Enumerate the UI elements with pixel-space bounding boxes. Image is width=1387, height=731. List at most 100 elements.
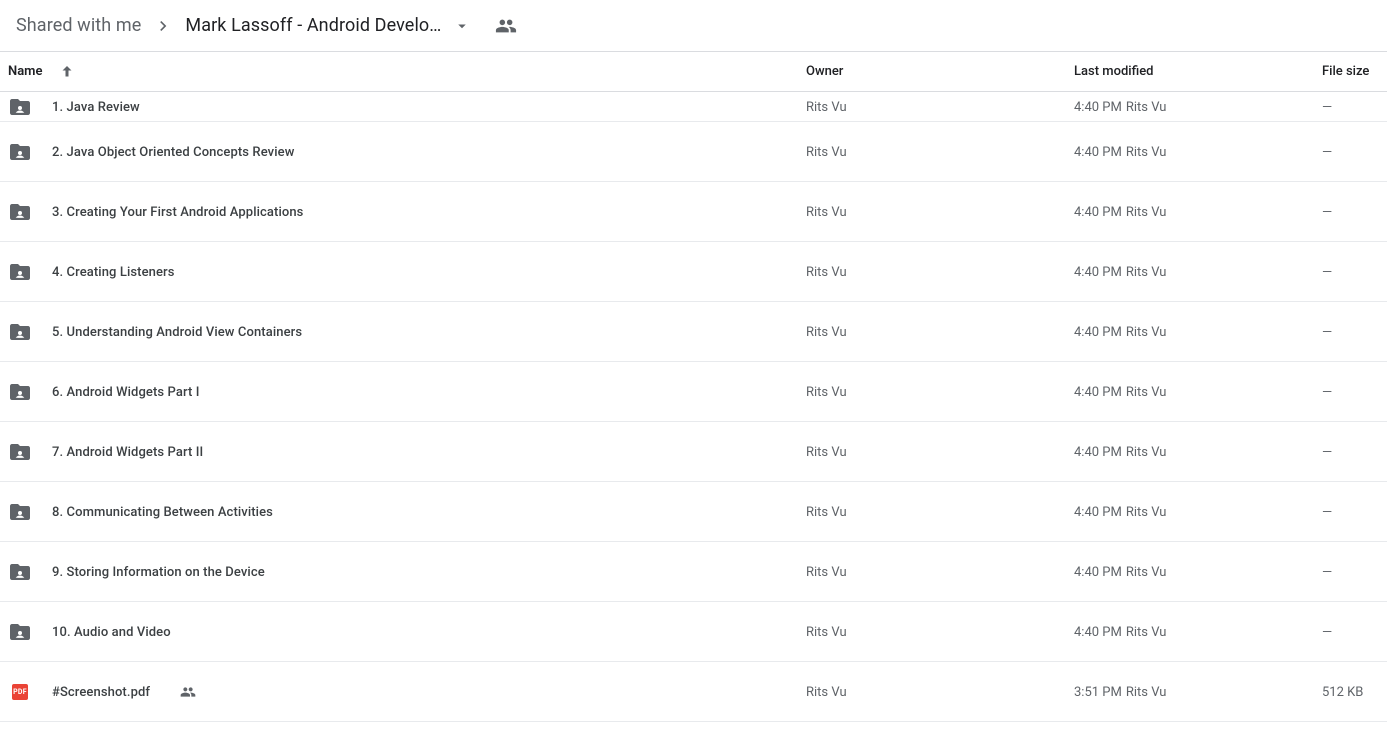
shared-folder-icon	[8, 380, 32, 404]
owner-cell: Rits Vu	[806, 422, 1074, 482]
modified-cell: 4:40 PM Rits Vu	[1074, 542, 1322, 602]
column-header-modified[interactable]: Last modified	[1074, 64, 1322, 79]
item-name: 7. Android Widgets Part II	[52, 445, 203, 460]
shared-folder-icon	[8, 140, 32, 164]
shared-folder-icon	[8, 500, 32, 524]
shared-folder-icon	[8, 620, 32, 644]
owner-cell: Rits Vu	[806, 542, 1074, 602]
name-cell: 4. Creating Listeners	[8, 242, 806, 302]
folder-row[interactable]: 2. Java Object Oriented Concepts ReviewR…	[0, 122, 1387, 182]
modified-cell: 4:40 PMRits Vu	[1074, 122, 1322, 182]
modified-time: 3:51 PM	[1074, 685, 1122, 700]
folder-row[interactable]: 5. Understanding Android View Containers…	[0, 302, 1387, 362]
modified-cell: 4:40 PM Rits Vu	[1074, 362, 1322, 422]
shared-folder-icon	[8, 440, 32, 464]
item-name: #Screenshot.pdf	[52, 685, 150, 700]
column-header-owner[interactable]: Owner	[806, 64, 1074, 79]
item-name: 3. Creating Your First Android Applicati…	[52, 205, 303, 220]
name-cell: 5. Understanding Android View Containers	[8, 302, 806, 362]
owner-cell: Rits Vu	[806, 242, 1074, 302]
size-cell: —	[1322, 182, 1379, 242]
size-cell: —	[1322, 482, 1379, 542]
name-cell: 9. Storing Information on the Device	[8, 542, 806, 602]
modified-by: Rits Vu	[1126, 145, 1167, 160]
modified-by: Rits Vu	[1126, 445, 1167, 460]
size-cell: —	[1322, 242, 1379, 302]
column-header-size[interactable]: File size	[1322, 64, 1379, 79]
modified-time: 4:40 PM	[1074, 625, 1122, 640]
folder-row[interactable]: 9. Storing Information on the Device Rits…	[0, 542, 1387, 602]
owner-cell: Rits Vu	[806, 482, 1074, 542]
modified-by: Rits Vu	[1126, 100, 1167, 115]
name-cell: PDF #Screenshot.pdf	[8, 662, 806, 722]
name-cell: 7. Android Widgets Part II	[8, 422, 806, 482]
folder-row[interactable]: 7. Android Widgets Part IIRits Vu4:40 PM…	[0, 422, 1387, 482]
modified-by: Rits Vu	[1126, 325, 1167, 340]
caret-down-icon	[453, 17, 471, 35]
name-cell: 10. Audio and Video	[8, 602, 806, 662]
modified-by: Rits Vu	[1126, 205, 1167, 220]
folder-row[interactable]: 1. Java Review Rits Vu4:40 PM Rits Vu—	[0, 92, 1387, 122]
file-list: 1. Java ReviewRits Vu4:40 PMRits Vu—2. J…	[0, 92, 1387, 722]
file-row[interactable]: PDF #Screenshot.pdf Rits Vu3:51 PMRits Vu5…	[0, 662, 1387, 722]
name-cell: 3. Creating Your First Android Applicati…	[8, 182, 806, 242]
name-cell: 1. Java Review	[8, 92, 806, 122]
shared-folder-icon	[8, 560, 32, 584]
pdf-icon: PDF	[12, 684, 28, 700]
owner-cell: Rits Vu	[806, 602, 1074, 662]
modified-by: Rits Vu	[1126, 385, 1167, 400]
owner-cell: Rits Vu	[806, 122, 1074, 182]
item-name: 9. Storing Information on the Device	[52, 565, 265, 580]
column-header-name-label: Name	[8, 64, 42, 79]
modified-cell: 4:40 PM Rits Vu	[1074, 92, 1322, 122]
breadcrumb: Shared with me Mark Lassoff - Android De…	[0, 0, 1387, 52]
item-name: 4. Creating Listeners	[52, 265, 175, 280]
size-cell: —	[1322, 422, 1379, 482]
chevron-right-icon	[149, 16, 177, 36]
breadcrumb-current-label: Mark Lassoff - Android Develo…	[185, 15, 441, 36]
name-cell: 8. Communicating Between Activities	[8, 482, 806, 542]
shared-folder-icon	[8, 200, 32, 224]
modified-cell: 3:51 PMRits Vu	[1074, 662, 1322, 722]
folder-row[interactable]: 6. Android Widgets Part IRits Vu4:40 PMR…	[0, 362, 1387, 422]
breadcrumb-root[interactable]: Shared with me	[8, 11, 149, 40]
modified-by: Rits Vu	[1126, 265, 1167, 280]
size-cell: —	[1322, 122, 1379, 182]
manage-people-button[interactable]	[495, 15, 517, 37]
folder-row[interactable]: 10. Audio and VideoRits Vu4:40 PMRits Vu…	[0, 602, 1387, 662]
item-name: 1. Java Review	[52, 100, 140, 115]
modified-time: 4:40 PM	[1074, 100, 1122, 115]
folder-row[interactable]: 8. Communicating Between Activities Rits …	[0, 482, 1387, 542]
owner-cell: Rits Vu	[806, 662, 1074, 722]
modified-by: Rits Vu	[1126, 625, 1167, 640]
modified-time: 4:40 PM	[1074, 445, 1122, 460]
item-name: 10. Audio and Video	[52, 625, 171, 640]
folder-row[interactable]: 3. Creating Your First Android Applicati…	[0, 182, 1387, 242]
column-header-row: Name Owner Last modified File size	[0, 52, 1387, 92]
owner-cell: Rits Vu	[806, 362, 1074, 422]
sort-ascending-icon	[58, 63, 76, 81]
shared-icon	[180, 684, 196, 700]
modified-by: Rits Vu	[1126, 565, 1167, 580]
shared-folder-icon	[8, 320, 32, 344]
folder-row[interactable]: 4. Creating ListenersRits Vu4:40 PMRits …	[0, 242, 1387, 302]
size-cell: 512 KB	[1322, 662, 1379, 722]
shared-folder-icon	[8, 95, 32, 119]
modified-cell: 4:40 PM Rits Vu	[1074, 182, 1322, 242]
item-name: 6. Android Widgets Part I	[52, 385, 200, 400]
modified-cell: 4:40 PM Rits Vu	[1074, 422, 1322, 482]
column-header-name[interactable]: Name	[8, 63, 806, 81]
name-cell: 6. Android Widgets Part I	[8, 362, 806, 422]
breadcrumb-current[interactable]: Mark Lassoff - Android Develo…	[177, 11, 479, 40]
modified-by: Rits Vu	[1126, 505, 1167, 520]
modified-cell: 4:40 PM Rits Vu	[1074, 242, 1322, 302]
size-cell: —	[1322, 92, 1379, 122]
owner-cell: Rits Vu	[806, 302, 1074, 362]
item-name: 8. Communicating Between Activities	[52, 505, 273, 520]
modified-time: 4:40 PM	[1074, 265, 1122, 280]
modified-time: 4:40 PM	[1074, 565, 1122, 580]
modified-cell: 4:40 PM Rits Vu	[1074, 482, 1322, 542]
modified-time: 4:40 PM	[1074, 505, 1122, 520]
modified-time: 4:40 PM	[1074, 205, 1122, 220]
modified-time: 4:40 PM	[1074, 385, 1122, 400]
